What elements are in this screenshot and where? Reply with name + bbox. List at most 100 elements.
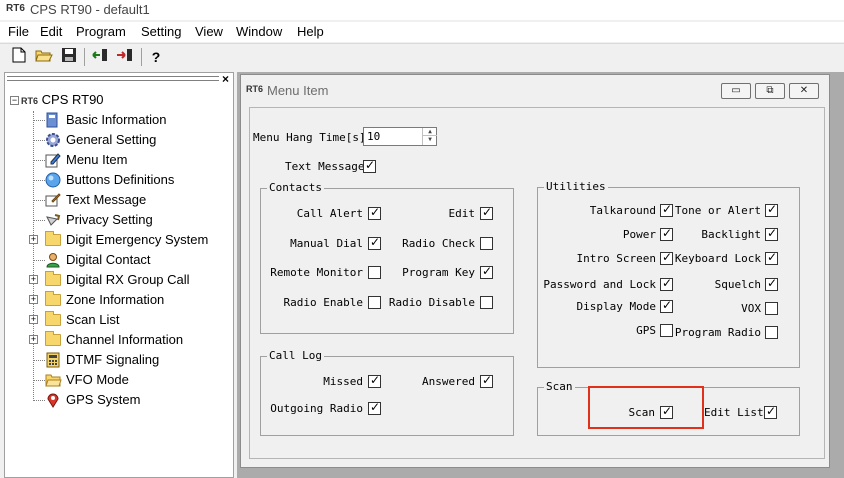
missed-label: Missed bbox=[323, 375, 363, 388]
window-title-bar[interactable]: RT6 Menu Item ▭ ⧉ ✕ bbox=[241, 75, 829, 105]
squelch-checkbox[interactable] bbox=[765, 276, 778, 291]
radio-check-checkbox[interactable] bbox=[480, 237, 493, 250]
intro-screen-label: Intro Screen bbox=[576, 252, 656, 265]
folder-icon bbox=[45, 311, 61, 326]
program-radio-label: Program Radio bbox=[674, 326, 761, 339]
contacts-group: Contacts Call Alert Edit Manual Dial Rad… bbox=[260, 181, 514, 334]
power-label: Power bbox=[622, 228, 656, 241]
menu-bar: File Edit Program Setting View Window He… bbox=[0, 22, 844, 42]
highlight-box bbox=[588, 386, 704, 429]
minimize-button[interactable]: ▭ bbox=[721, 83, 751, 99]
folder-icon bbox=[45, 231, 61, 246]
menu-item-window: RT6 Menu Item ▭ ⧉ ✕ Menu Hang Time[s] 10… bbox=[240, 74, 830, 468]
menu-help[interactable]: Help bbox=[297, 24, 324, 39]
help-icon[interactable]: ? bbox=[146, 47, 166, 67]
display-mode-checkbox[interactable] bbox=[660, 298, 673, 313]
keypad-icon bbox=[45, 352, 61, 368]
toolbar-separator bbox=[141, 48, 142, 66]
edit-checkbox[interactable] bbox=[480, 205, 493, 220]
backlight-checkbox[interactable] bbox=[765, 226, 778, 241]
edit-list-label: Edit List bbox=[704, 406, 764, 419]
book-icon bbox=[45, 112, 61, 128]
menu-view[interactable]: View bbox=[195, 24, 223, 39]
tree-root[interactable]: RT6 CPS RT90 bbox=[21, 91, 104, 109]
edit-note-icon bbox=[45, 152, 61, 168]
window-logo: RT6 bbox=[246, 84, 264, 94]
keyboard-lock-checkbox[interactable] bbox=[765, 250, 778, 265]
hang-time-label: Menu Hang Time[s] bbox=[253, 131, 366, 144]
save-disk-icon[interactable] bbox=[59, 47, 79, 67]
squelch-label: Squelch bbox=[714, 278, 761, 291]
contact-icon bbox=[45, 252, 61, 268]
folder-icon bbox=[45, 271, 61, 286]
text-message-label: Text Message bbox=[285, 160, 365, 173]
expand-toggle[interactable]: + bbox=[29, 295, 38, 304]
expand-toggle[interactable]: + bbox=[29, 275, 38, 284]
radio-check-label: Radio Check bbox=[402, 237, 475, 250]
call-log-group-title: Call Log bbox=[267, 349, 324, 362]
program-radio-checkbox[interactable] bbox=[765, 326, 778, 339]
scan-group-title: Scan bbox=[544, 380, 575, 393]
outgoing-radio-checkbox[interactable] bbox=[368, 400, 381, 415]
restore-button[interactable]: ⧉ bbox=[755, 83, 785, 99]
manual-dial-checkbox[interactable] bbox=[368, 235, 381, 250]
contacts-group-title: Contacts bbox=[267, 181, 324, 194]
new-file-icon[interactable] bbox=[9, 47, 29, 67]
call-alert-checkbox[interactable] bbox=[368, 205, 381, 220]
gear-icon bbox=[45, 132, 61, 148]
tone-or-alert-checkbox[interactable] bbox=[765, 202, 778, 217]
folder-open-icon bbox=[45, 372, 62, 388]
folder-icon bbox=[45, 331, 61, 346]
password-and-lock-checkbox[interactable] bbox=[660, 276, 673, 291]
write-to-radio-icon[interactable] bbox=[115, 47, 135, 67]
root-collapse-toggle[interactable]: − bbox=[10, 96, 19, 105]
spin-down-icon[interactable]: ▼ bbox=[423, 136, 437, 144]
app-logo: RT6 bbox=[6, 3, 25, 14]
radio-enable-checkbox[interactable] bbox=[368, 296, 381, 309]
menu-item-form: Menu Hang Time[s] 10 ▲ ▼ Text Message Co… bbox=[249, 107, 825, 459]
power-checkbox[interactable] bbox=[660, 226, 673, 241]
gps-checkbox[interactable] bbox=[660, 324, 673, 337]
answered-checkbox[interactable] bbox=[480, 373, 493, 388]
menu-edit[interactable]: Edit bbox=[40, 24, 62, 39]
text-message-checkbox[interactable] bbox=[363, 158, 376, 173]
toolbar-separator bbox=[84, 48, 85, 66]
spin-up-icon[interactable]: ▲ bbox=[423, 128, 437, 136]
password-and-lock-label: Password and Lock bbox=[543, 278, 656, 291]
display-mode-label: Display Mode bbox=[576, 300, 656, 313]
panel-grip[interactable] bbox=[7, 76, 219, 81]
program-key-checkbox[interactable] bbox=[480, 264, 493, 279]
remote-monitor-checkbox[interactable] bbox=[368, 266, 381, 279]
close-button[interactable]: ✕ bbox=[789, 83, 819, 99]
window-title: Menu Item bbox=[267, 83, 329, 98]
hang-time-value: 10 bbox=[367, 130, 381, 143]
toolbar: ? bbox=[0, 43, 844, 69]
key-icon bbox=[45, 212, 61, 228]
expand-toggle[interactable]: + bbox=[29, 335, 38, 344]
answered-label: Answered bbox=[422, 375, 475, 388]
project-tree-panel: × − RT6 CPS RT90 Basic Information Gener… bbox=[4, 72, 234, 478]
intro-screen-checkbox[interactable] bbox=[660, 250, 673, 265]
menu-window[interactable]: Window bbox=[236, 24, 282, 39]
app-title: CPS RT90 - default1 bbox=[30, 2, 150, 17]
talkaround-checkbox[interactable] bbox=[660, 202, 673, 217]
vox-checkbox[interactable] bbox=[765, 302, 778, 315]
radio-disable-checkbox[interactable] bbox=[480, 296, 493, 309]
backlight-label: Backlight bbox=[701, 228, 761, 241]
call-log-group: Call Log Missed Answered Outgoing Radio bbox=[260, 349, 514, 436]
expand-toggle[interactable]: + bbox=[29, 315, 38, 324]
read-from-radio-icon[interactable] bbox=[90, 47, 110, 67]
missed-checkbox[interactable] bbox=[368, 373, 381, 388]
map-pin-icon bbox=[45, 392, 61, 408]
expand-toggle[interactable]: + bbox=[29, 235, 38, 244]
menu-program[interactable]: Program bbox=[76, 24, 126, 39]
edit-list-checkbox[interactable] bbox=[764, 404, 777, 419]
hang-time-spinner[interactable]: 10 ▲ ▼ bbox=[363, 127, 437, 146]
close-panel-icon[interactable]: × bbox=[222, 72, 229, 86]
gps-label: GPS bbox=[636, 324, 656, 337]
tree-line bbox=[33, 111, 34, 401]
menu-setting[interactable]: Setting bbox=[141, 24, 181, 39]
menu-file[interactable]: File bbox=[8, 24, 29, 39]
open-folder-icon[interactable] bbox=[34, 47, 54, 67]
circle-button-icon bbox=[45, 172, 61, 188]
